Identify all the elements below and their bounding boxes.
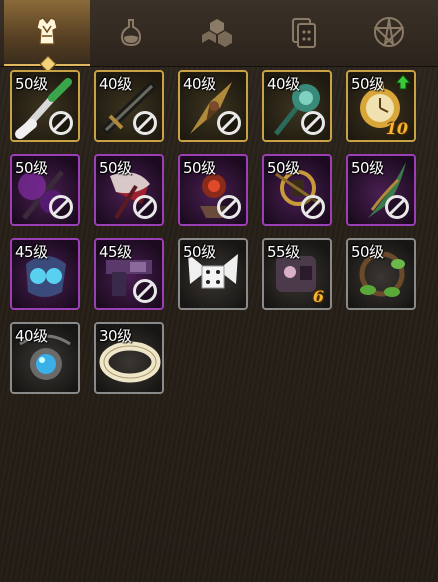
unavailable-icon: [216, 194, 242, 220]
unavailable-icon: [384, 194, 410, 220]
item-slot[interactable]: 55级 6: [262, 238, 332, 310]
inventory-panel: 50级 40级 40级 40级 50级 10 50级 50级 50级 50级 50级 45级 45级 50…: [0, 0, 438, 582]
item-slot[interactable]: 30级: [94, 322, 164, 394]
item-level-label: 45级: [15, 243, 48, 261]
item-slot[interactable]: 40级: [10, 322, 80, 394]
item-slot[interactable]: 40级: [94, 70, 164, 142]
unavailable-icon: [132, 194, 158, 220]
item-level-label: 50级: [183, 243, 216, 261]
item-level-label: 50级: [99, 159, 132, 177]
item-slot[interactable]: 40级: [262, 70, 332, 142]
unavailable-icon: [48, 194, 74, 220]
unavailable-icon: [300, 110, 326, 136]
item-level-label: 50级: [15, 159, 48, 177]
item-count: 6: [312, 287, 324, 306]
item-slot[interactable]: 40级: [178, 70, 248, 142]
potion-icon: [120, 19, 142, 47]
armor-icon: [36, 17, 58, 45]
item-level-label: 55级: [267, 243, 300, 261]
tab-materials[interactable]: [174, 0, 260, 64]
unavailable-icon: [132, 110, 158, 136]
item-level-label: 50级: [267, 159, 300, 177]
item-slot[interactable]: 45级: [10, 238, 80, 310]
item-slot[interactable]: 50级: [262, 154, 332, 226]
unavailable-icon: [300, 194, 326, 220]
item-level-label: 50级: [351, 75, 384, 93]
item-level-label: 45级: [99, 243, 132, 261]
item-level-label: 40级: [99, 75, 132, 93]
tab-armor[interactable]: [4, 0, 90, 73]
cards-icon: [292, 18, 316, 48]
item-slot[interactable]: 50级: [346, 154, 416, 226]
item-level-label: 50级: [183, 159, 216, 177]
unavailable-icon: [216, 110, 242, 136]
item-slot[interactable]: 45级: [94, 238, 164, 310]
item-slot[interactable]: 50级: [10, 70, 80, 142]
item-level-label: 50级: [351, 159, 384, 177]
cubes-icon: [202, 19, 232, 47]
tab-star[interactable]: [346, 0, 432, 64]
item-slot[interactable]: 50级: [178, 238, 248, 310]
upgrade-arrow-icon: [394, 74, 412, 90]
unavailable-icon: [132, 278, 158, 304]
item-level-label: 50级: [15, 75, 48, 93]
item-slot[interactable]: 50级: [10, 154, 80, 226]
item-level-label: 30级: [99, 327, 132, 345]
item-level-label: 40级: [15, 327, 48, 345]
item-slot[interactable]: 50级: [346, 238, 416, 310]
item-level-label: 40级: [183, 75, 216, 93]
item-level-label: 40级: [267, 75, 300, 93]
item-count: 10: [385, 119, 408, 138]
tab-cards[interactable]: [260, 0, 346, 64]
item-slot[interactable]: 50级: [94, 154, 164, 226]
category-tab-bar: [0, 0, 438, 73]
item-level-label: 50级: [351, 243, 384, 261]
item-slot[interactable]: 50级: [178, 154, 248, 226]
unavailable-icon: [48, 110, 74, 136]
item-slot[interactable]: 50级 10: [346, 70, 416, 142]
pentagram-icon: [373, 17, 405, 47]
tab-potion[interactable]: [88, 0, 174, 64]
